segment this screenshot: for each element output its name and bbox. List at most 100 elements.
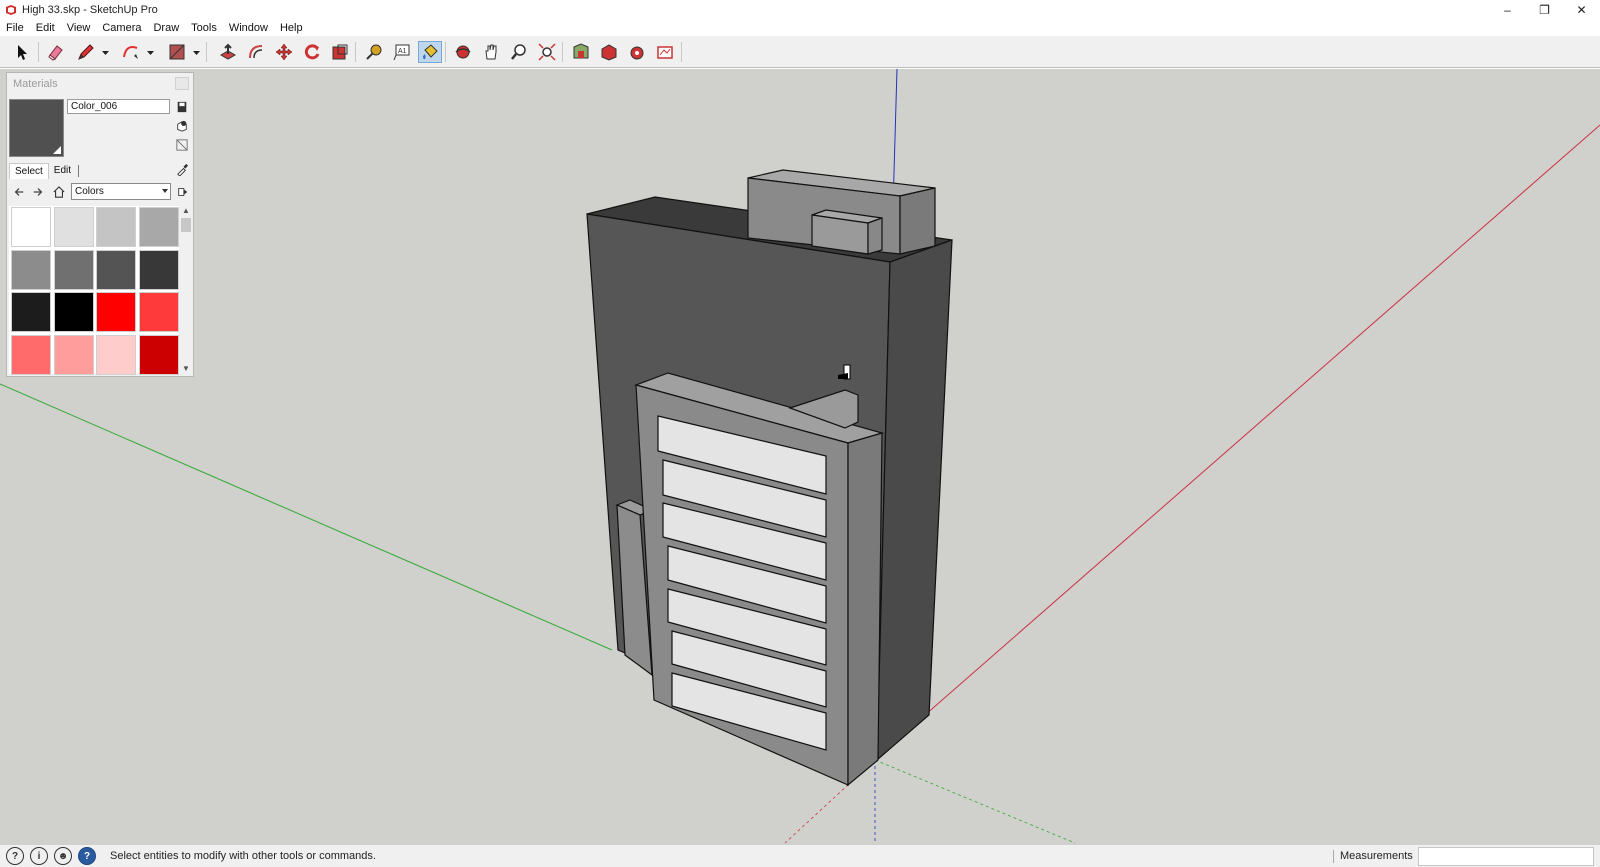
pan-tool-button[interactable] (479, 41, 503, 63)
menu-draw[interactable]: Draw (153, 22, 179, 34)
credits-icon[interactable]: i (30, 847, 48, 865)
restore-button[interactable]: ❐ (1526, 0, 1563, 19)
material-swatch[interactable] (96, 249, 136, 290)
line-tool-dropdown[interactable] (101, 41, 110, 63)
offset-tool-button[interactable] (244, 41, 268, 63)
menu-view[interactable]: View (67, 22, 91, 34)
back-button[interactable] (11, 184, 27, 200)
arc-tool-button[interactable] (119, 41, 143, 63)
material-swatch[interactable] (96, 292, 136, 332)
material-swatch[interactable] (96, 207, 136, 247)
user-account-icon[interactable]: ☻ (54, 847, 72, 865)
eraser-tool-button[interactable] (44, 41, 68, 63)
zoom-tool-button[interactable] (507, 41, 531, 63)
push-pull-tool-button[interactable] (216, 41, 240, 63)
layout-button[interactable] (653, 41, 677, 63)
material-swatch[interactable] (11, 207, 51, 247)
menu-camera[interactable]: Camera (102, 22, 141, 34)
scrollbar-thumb[interactable] (181, 218, 191, 232)
title-bar: High 33.skp - SketchUp Pro – ❐ ✕ (0, 0, 1600, 19)
material-swatch[interactable] (138, 292, 179, 332)
materials-navigation: Colors (9, 183, 189, 201)
push-pull-icon (219, 43, 237, 60)
menu-help[interactable]: Help (280, 22, 303, 34)
orbit-icon (455, 45, 471, 59)
paint-bucket-icon (423, 44, 438, 60)
close-button[interactable]: ✕ (1563, 0, 1600, 19)
create-material-button[interactable] (174, 118, 190, 134)
menu-file[interactable]: File (6, 22, 24, 34)
line-tool-button[interactable] (74, 41, 98, 63)
modeling-viewport[interactable] (0, 69, 1600, 844)
3d-warehouse-button[interactable] (569, 41, 593, 63)
svg-text:A1: A1 (398, 48, 407, 55)
arrow-left-icon (14, 188, 24, 196)
material-swatch[interactable] (11, 249, 51, 290)
move-tool-button[interactable] (272, 41, 296, 63)
materials-panel-title: Materials (13, 77, 58, 90)
default-material-icon (176, 139, 188, 151)
material-swatch[interactable] (138, 334, 179, 375)
tab-select[interactable]: Select (9, 163, 49, 179)
paint-bucket-tool-button[interactable] (418, 41, 442, 63)
menu-window[interactable]: Window (229, 22, 268, 34)
chevron-up-icon[interactable]: ▲ (180, 206, 192, 216)
panel-close-button[interactable] (175, 77, 189, 90)
library-dropdown[interactable]: Colors (71, 183, 171, 200)
pan-icon (485, 44, 497, 60)
material-swatch[interactable] (96, 334, 136, 375)
minimize-button[interactable]: – (1489, 0, 1526, 19)
display-secondary-pane-button[interactable] (174, 99, 190, 115)
sample-paint-button[interactable] (174, 161, 190, 177)
warehouse-icon (573, 43, 589, 59)
default-material-button[interactable] (174, 137, 190, 153)
material-swatch[interactable] (53, 334, 94, 375)
material-swatch[interactable] (138, 249, 179, 290)
scale-icon (332, 44, 348, 60)
home-button[interactable] (51, 184, 67, 200)
menu-tools[interactable]: Tools (191, 22, 217, 34)
orbit-tool-button[interactable] (451, 41, 475, 63)
chevron-down-icon (162, 189, 168, 193)
details-button[interactable] (175, 184, 191, 200)
material-swatch[interactable] (53, 292, 94, 332)
status-message: Select entities to modify with other too… (110, 850, 376, 862)
extension-manager-button[interactable] (625, 41, 649, 63)
menu-bar: File Edit View Camera Draw Tools Window … (0, 19, 1600, 36)
move-icon (275, 43, 293, 61)
material-swatch[interactable] (138, 207, 179, 247)
current-material-preview[interactable] (9, 99, 64, 157)
geo-location-icon[interactable]: ? (6, 847, 24, 865)
rotate-tool-button[interactable] (300, 41, 324, 63)
offset-icon (249, 45, 263, 59)
text-tool-button[interactable]: A1 (390, 41, 414, 63)
measurements-input[interactable] (1418, 847, 1594, 866)
material-swatch[interactable] (11, 334, 51, 375)
arc-tool-dropdown[interactable] (146, 41, 155, 63)
rectangle-tool-button[interactable] (165, 41, 189, 63)
help-icon[interactable]: ? (78, 847, 96, 865)
extension-warehouse-button[interactable] (597, 41, 621, 63)
material-swatch[interactable] (11, 292, 51, 332)
zoom-extents-tool-button[interactable] (535, 41, 559, 63)
save-icon (177, 101, 187, 113)
material-swatch[interactable] (53, 249, 94, 290)
chevron-down-icon[interactable]: ▼ (180, 364, 192, 374)
scale-tool-button[interactable] (328, 41, 352, 63)
forward-button[interactable] (30, 184, 46, 200)
material-swatch[interactable] (53, 207, 94, 247)
green-axis (0, 383, 613, 651)
select-tool-button[interactable] (10, 41, 34, 63)
create-material-icon (177, 120, 187, 132)
chevron-down-icon (147, 51, 154, 55)
extension-warehouse-icon (601, 44, 617, 61)
tab-edit[interactable]: Edit (49, 163, 76, 179)
tape-measure-tool-button[interactable] (362, 41, 386, 63)
sketchup-logo-icon (6, 4, 16, 15)
swatch-scrollbar[interactable]: ▲ ▼ (180, 206, 192, 374)
rectangle-tool-dropdown[interactable] (192, 41, 201, 63)
menu-edit[interactable]: Edit (36, 22, 55, 34)
main-toolbar: A1 (0, 36, 1600, 68)
select-arrow-icon (18, 45, 27, 60)
material-name-field[interactable]: Color_006 (67, 99, 170, 114)
